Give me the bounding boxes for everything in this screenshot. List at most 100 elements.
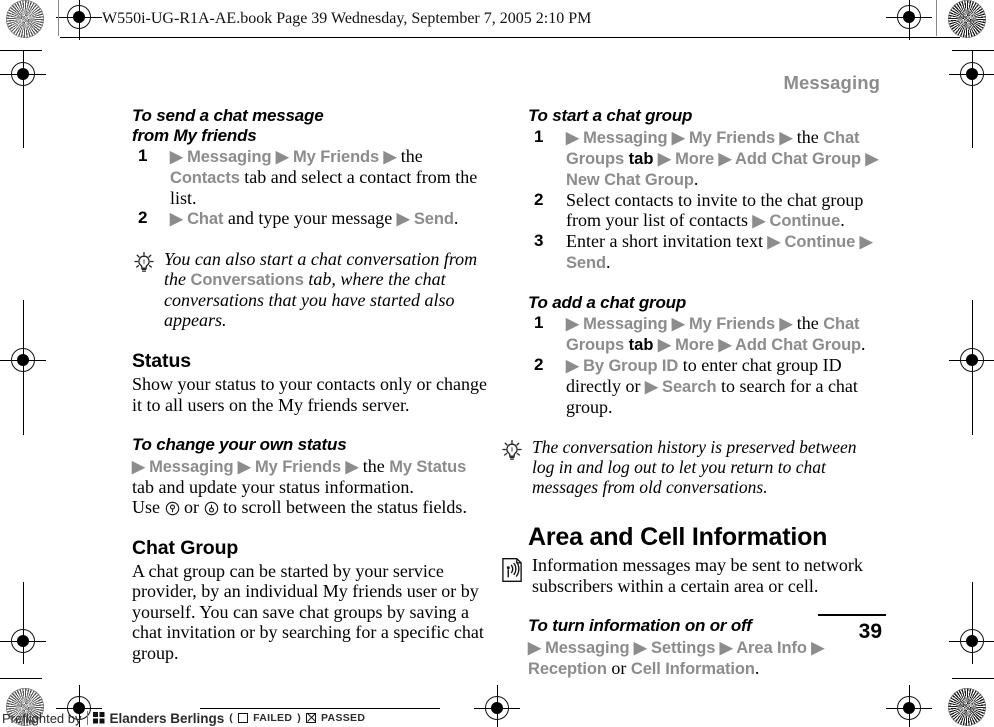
resolution-star-target-bottom-right [948,688,986,726]
preflight-failed-label: FAILED [253,712,293,724]
steps-send-chat-message: 1 ▶ Messaging ▶ My Friends ▶ the Contacts… [132,146,492,229]
body-text: tab [624,336,658,354]
body-text: the [396,146,423,166]
body-text: the [792,126,824,147]
crop-rule-top-left [0,50,42,52]
ui-path-text: Cell Information [630,659,755,678]
procedure-step: 2 ▶ Chat and type your message ▶ Send. [132,208,492,229]
steps-add-chat-group: 1 ▶ Messaging ▶ My Friends ▶ the Chat Gro… [528,313,883,417]
step-text: ▶ Messaging ▶ My Friends ▶ the Chat Grou… [566,127,878,189]
registration-mark-bottom-right [886,685,932,727]
section-body-chat-group: A chat group can be started by your serv… [132,560,484,663]
procedure-step: 1 ▶ Messaging ▶ My Friends ▶ the Contacts… [132,146,492,208]
header-divider-left [58,0,59,36]
crop-rule-top-right [952,50,994,52]
procedure-scroll-hint: Use or to scroll between the status fiel… [132,497,492,517]
body-text: . [861,334,866,354]
step-number: 1 [534,126,544,146]
step-text: ▶ Messaging ▶ My Friends ▶ the Contacts … [170,146,477,208]
passed-checkbox [306,713,317,723]
scroll-hint-post: to scroll between the status fields. [218,496,467,517]
body-text: . [840,209,845,230]
body-text: and type your message [223,208,397,228]
scroll-hint-mid: or [179,496,204,517]
step-number: 3 [534,230,544,250]
step-number: 2 [534,189,544,209]
ui-path-text: ▶ By Group ID [566,357,679,375]
procedure-step: 3 Enter a short invitation text ▶ Continu… [528,231,883,273]
crop-rule-bottom-left [0,678,42,680]
ui-path-text: ▶ More ▶ Add Chat Group [658,336,862,354]
section-body-area-info: Information messages may be sent to netw… [532,555,863,596]
procedure-step: 1 ▶ Messaging ▶ My Friends ▶ the Chat Gro… [528,313,883,355]
section-heading-chat-group: Chat Group [132,536,239,559]
procedure-body-change-own-status: ▶ Messaging ▶ My Friends ▶ the My Status… [132,456,492,497]
page-canvas: W550i-UG-R1A-AE.book Page 39 Wednesday, … [0,0,994,727]
registration-mark-right-upper [949,51,994,97]
preflight-brand: Elanders Berlings [109,710,225,726]
preflight-divider [86,711,88,725]
book-header-line: W550i-UG-R1A-AE.book Page 39 Wednesday, … [102,10,592,27]
area-info-note: Information messages may be sent to netw… [500,555,883,596]
procedure-heading-send-chat-message: To send a chat message from My friends [132,106,492,145]
crop-rule-right-vertical-mid-lower [971,377,973,435]
preflight-footer: Preflighted by Elanders Berlings ( FAILE… [0,709,420,727]
procedure-step: 1 ▶ Messaging ▶ My Friends ▶ the Chat Gro… [528,127,883,190]
body-text: . [605,251,611,272]
procedure-heading-change-own-status: To change your own status [132,435,347,454]
preflight-open-paren: ( [229,712,234,724]
body-text: the [358,455,390,476]
elanders-logo-icon [92,711,104,723]
crop-rule-left-vertical-upper [22,90,24,148]
broadcast-page-icon [502,558,522,582]
nav-key-up-icon [204,501,218,515]
body-text: Enter a short invitation text [566,230,768,251]
section-heading-status: Status [132,350,191,372]
body-text: tab and update your status information. [132,476,414,497]
step-number: 2 [534,355,544,374]
tip-text: The conversation history is preserved be… [532,437,857,497]
right-column: To start a chat group 1 ▶ Messaging ▶ My … [502,106,883,679]
crop-rule-bottom-right [952,678,994,680]
failed-checkbox [238,713,249,723]
crop-rule-left-vertical-lower [22,582,24,640]
section-body-status: Show your status to your contacts only o… [132,374,487,415]
procedure-body-turn-information-on-off: ▶ Messaging ▶ Settings ▶ Area Info ▶ Rec… [528,637,883,679]
step-text: Select contacts to invite to the chat gr… [566,190,863,230]
tip-conversations-tab: You can also start a chat conversation f… [132,249,492,330]
resolution-star-target-top-right [948,0,986,38]
preflight-passed-label: PASSED [321,712,366,724]
running-head-messaging: Messaging [783,72,880,93]
step-text: Enter a short invitation text ▶ Continue… [566,231,872,272]
scroll-hint-pre: Use [132,496,165,517]
preflight-label: Preflighted by [2,710,82,726]
header-rule [60,37,960,38]
registration-mark-top-left [56,0,102,40]
ui-path-text: Conversations [190,271,304,289]
procedure-step: 2 Select contacts to invite to the chat g… [528,190,883,231]
body-text: . [693,168,699,189]
body-text: the [792,313,824,333]
body-text: or [606,657,631,678]
ui-path-text: ▶ Messaging ▶ My Friends ▶ [132,457,359,476]
ui-path-text: Contacts [170,169,240,187]
ui-path-text: ▶ Chat [170,210,224,228]
nav-key-down-icon [165,501,179,515]
resolution-star-target-top-left [6,0,44,38]
step-number: 1 [534,313,544,332]
steps-start-chat-group: 1 ▶ Messaging ▶ My Friends ▶ the Chat Gro… [528,127,883,273]
ui-path-text: ▶ Messaging ▶ My Friends ▶ [566,315,793,333]
step-number: 2 [138,208,148,227]
header-divider-right [936,0,937,36]
ui-path-text: ▶ Messaging ▶ My Friends ▶ [170,148,397,166]
preflight-close-paren: ) [297,712,302,724]
heading-line-2: from My friends [132,125,257,145]
lightbulb-icon [502,439,522,460]
step-text: ▶ By Group ID to enter chat group ID dir… [566,355,858,417]
body-text: tab [624,149,658,168]
tip-text: You can also start a chat conversation f… [164,249,477,330]
tip-conversation-history: The conversation history is preserved be… [500,437,883,497]
section-heading-area-and-cell-information: Area and Cell Information [528,523,828,551]
lightbulb-icon [134,251,154,272]
body-text: . [754,657,760,678]
